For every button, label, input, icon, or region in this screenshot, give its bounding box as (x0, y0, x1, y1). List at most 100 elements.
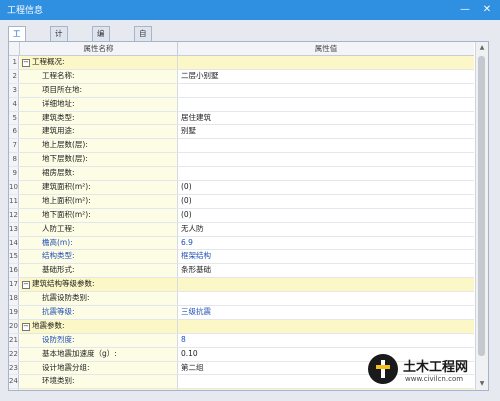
property-value[interactable]: 条形基础 (178, 264, 474, 277)
property-value[interactable]: 6.9 (178, 237, 474, 250)
property-row[interactable]: 3 项目所在地: (9, 83, 474, 98)
property-row[interactable]: 7 地上层数(层): (9, 139, 474, 154)
property-value[interactable]: 居住建筑 (178, 112, 474, 125)
property-row[interactable]: 21 设防烈度: 8 (9, 333, 474, 348)
property-value[interactable] (178, 167, 474, 180)
row-number: 7 (9, 139, 19, 153)
tab-custom[interactable]: 自定义 (134, 26, 152, 66)
property-name: 地上面积(m²): (42, 195, 91, 205)
property-name: 施工信息: (32, 389, 65, 390)
row-number: 4 (9, 97, 19, 111)
property-value[interactable]: (0) (178, 195, 474, 208)
row-number: 1 (9, 56, 19, 69)
property-grid: 属性名称 属性值 1− 工程概况: 2 工程名称: 二层小别墅 3 项目所在地: 4 详细地址:… (8, 41, 489, 391)
column-header-name[interactable]: 属性名称 (20, 42, 178, 55)
property-name: 建筑面积(m²): (42, 182, 91, 192)
property-name: 抗震设防类别: (42, 293, 90, 303)
row-number: 5 (9, 111, 19, 125)
property-name: 人防工程: (42, 223, 75, 233)
tab-project-info[interactable]: 工程信息 (8, 26, 26, 80)
property-value[interactable]: (0) (178, 181, 474, 194)
property-name-cell: 抗震设防类别: (20, 292, 178, 306)
property-value[interactable] (178, 292, 474, 305)
property-name-cell: 设防烈度: (20, 333, 178, 347)
property-name-cell: − 地震参数: (20, 319, 178, 333)
close-button[interactable]: ✕ (478, 1, 496, 19)
row-number: 13 (9, 222, 19, 236)
row-number: 19 (9, 306, 19, 319)
property-name-cell: 设计地震分组: (20, 361, 178, 375)
scroll-up-icon[interactable]: ▲ (476, 42, 488, 54)
row-number: 6 (9, 125, 19, 139)
window-title: 工程信息 (7, 6, 44, 16)
property-value[interactable] (178, 139, 474, 152)
property-value[interactable] (178, 56, 474, 69)
property-name: 环境类别: (42, 376, 75, 386)
property-value[interactable] (178, 278, 474, 292)
logo-mark-icon (376, 360, 390, 378)
property-value[interactable] (178, 84, 474, 97)
property-value[interactable]: 别墅 (178, 125, 474, 138)
property-name-cell: 地上面积(m²): (20, 194, 178, 208)
property-name: 详细地址: (42, 98, 75, 108)
property-value[interactable] (178, 98, 474, 111)
collapse-toggle-icon[interactable]: − (22, 59, 30, 67)
vertical-scrollbar[interactable]: ▲ ▼ (475, 42, 488, 390)
group-row[interactable]: 17− 建筑结构等级参数: (9, 278, 474, 293)
property-row[interactable]: 18 抗震设防类别: (9, 292, 474, 307)
row-number: 25 (9, 389, 19, 390)
property-name-cell: 地上层数(层): (20, 139, 178, 153)
collapse-toggle-icon[interactable]: − (22, 281, 30, 290)
property-value[interactable]: 三级抗震 (178, 306, 474, 319)
row-number: 20 (9, 319, 19, 333)
tab-compile-info[interactable]: 编制信息 (92, 26, 110, 80)
property-row[interactable]: 19 抗震等级: 三级抗震 (9, 306, 474, 320)
property-name: 工程概况: (32, 57, 65, 66)
logo-icon (368, 354, 398, 384)
row-number: 2 (9, 69, 19, 83)
scroll-thumb[interactable] (478, 56, 485, 356)
property-row[interactable]: 8 地下层数(层): (9, 153, 474, 168)
property-name: 地震参数: (32, 320, 65, 330)
property-name-cell: 檐高(m): (20, 236, 178, 250)
property-name-cell: 结构类型: (20, 250, 178, 264)
property-row[interactable]: 15 结构类型: 框架结构 (9, 250, 474, 265)
property-name: 裙房层数: (42, 168, 75, 178)
property-name-cell: 人防工程: (20, 222, 178, 236)
group-row[interactable]: 20− 地震参数: (9, 319, 474, 334)
property-row[interactable]: 6 建筑用途: 别墅 (9, 125, 474, 140)
property-row[interactable]: 2 工程名称: 二层小别墅 (9, 69, 474, 84)
property-value[interactable] (178, 153, 474, 166)
property-value[interactable]: 无人防 (178, 223, 474, 236)
property-row[interactable]: 11 地上面积(m²): (0) (9, 194, 474, 209)
grid-rows: 1− 工程概况: 2 工程名称: 二层小别墅 3 项目所在地: 4 详细地址: 5 建筑类型: 居住建… (9, 56, 474, 390)
property-row[interactable]: 12 地下面积(m²): (0) (9, 208, 474, 223)
header-corner (9, 42, 20, 55)
property-name-cell: 基础形式: (20, 264, 178, 278)
group-row[interactable]: 1− 工程概况: (9, 56, 474, 70)
property-row[interactable]: 10 建筑面积(m²): (0) (9, 181, 474, 195)
property-value[interactable]: 框架结构 (178, 250, 474, 263)
property-name-cell: 详细地址: (20, 97, 178, 111)
minimize-button[interactable]: — (456, 1, 474, 19)
property-value[interactable] (178, 319, 474, 333)
property-value[interactable]: 8 (178, 334, 474, 347)
column-header-value[interactable]: 属性值 (178, 42, 474, 55)
property-row[interactable]: 16 基础形式: 条形基础 (9, 264, 474, 279)
property-name: 设防烈度: (42, 334, 75, 344)
property-row[interactable]: 14 檐高(m): 6.9 (9, 236, 474, 251)
property-row[interactable]: 4 详细地址: (9, 97, 474, 112)
property-row[interactable]: 5 建筑类型: 居住建筑 (9, 111, 474, 126)
property-name: 建筑结构等级参数: (32, 279, 95, 289)
property-value[interactable]: 二层小别墅 (178, 70, 474, 83)
row-number: 23 (9, 361, 19, 375)
row-number: 18 (9, 292, 19, 306)
property-value[interactable]: (0) (178, 209, 474, 222)
collapse-toggle-icon[interactable]: − (22, 322, 30, 331)
property-row[interactable]: 9 裙房层数: (9, 167, 474, 182)
property-name: 檐高(m): (42, 237, 73, 247)
property-row[interactable]: 13 人防工程: 无人防 (9, 222, 474, 237)
property-name-cell: 项目所在地: (20, 83, 178, 97)
property-name-cell: 工程名称: (20, 69, 178, 83)
tab-calc-rules[interactable]: 计算规则 (50, 26, 68, 80)
